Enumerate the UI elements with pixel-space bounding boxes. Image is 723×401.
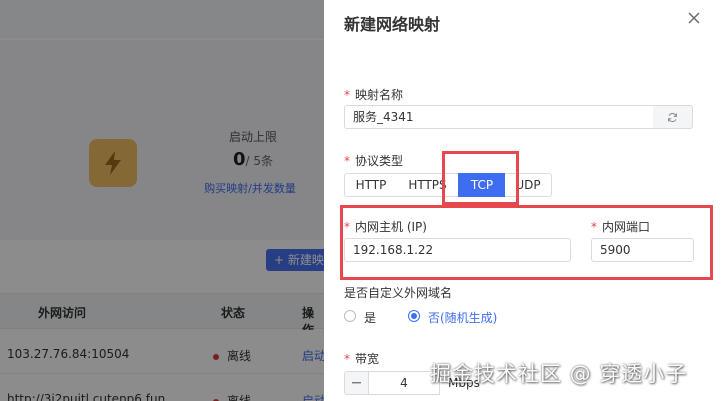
required-mark: * [344,88,350,102]
protocol-label: * 协议类型 [344,152,403,169]
refresh-icon [668,112,677,122]
bandwidth-decrement-button[interactable] [344,371,369,395]
mapping-name-label: * 映射名称 [344,86,403,103]
host-label-text: 内网主机 (IP) [355,220,427,234]
protocol-option-udp[interactable]: UDP [505,173,552,197]
minus-icon [352,382,361,384]
radio-yes[interactable] [344,310,356,322]
host-label: * 内网主机 (IP) [344,218,427,235]
radio-yes-label[interactable]: 是 [364,309,376,326]
radio-no-random[interactable] [408,310,420,322]
bandwidth-label: * 带宽 [344,350,379,367]
watermark: 掘金技术社区 @ 穿透小子 [430,362,688,386]
drawer-title: 新建网络映射 [344,15,441,34]
host-ip-input[interactable]: 192.168.1.22 [344,238,571,262]
custom-domain-label: 是否自定义外网域名 [344,286,453,300]
close-icon[interactable] [686,10,702,26]
refresh-name-button[interactable] [653,105,693,129]
mapping-name-input[interactable]: 服务_4341 [344,105,654,129]
mapping-name-label-text: 映射名称 [355,88,404,102]
new-mapping-drawer: 新建网络映射 * 映射名称 服务_4341 * 协议类型 HTTP HTTPS TC… [324,0,723,401]
radio-no-random-label[interactable]: 否(随机生成) [428,309,497,326]
required-mark: * [344,154,350,168]
protocol-option-https[interactable]: HTTPS [397,173,459,197]
required-mark: * [344,220,350,234]
protocol-option-tcp[interactable]: TCP [458,173,506,197]
port-input[interactable]: 5900 [591,238,694,262]
protocol-option-http[interactable]: HTTP [344,173,398,197]
screen: 启动上限 0/ 5条 购买映射/并发数量 + 新建映 外网访问 状态 操作 10… [0,0,723,401]
bandwidth-label-text: 带宽 [355,352,380,366]
protocol-label-text: 协议类型 [355,154,404,168]
port-label: * 内网端口 [591,218,650,235]
modal-overlay[interactable] [0,0,324,401]
port-label-text: 内网端口 [602,220,651,234]
required-mark: * [591,220,597,234]
required-mark: * [344,352,350,366]
